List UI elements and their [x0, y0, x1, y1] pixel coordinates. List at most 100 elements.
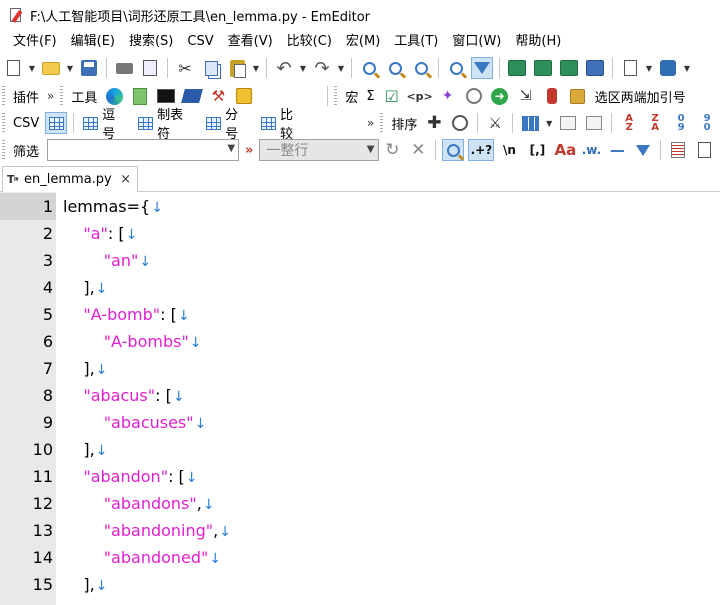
toolbar-grip[interactable]: [60, 86, 64, 106]
sort-label[interactable]: 排序: [387, 114, 421, 133]
toolbar-grip[interactable]: [2, 86, 5, 106]
window-image-button[interactable]: [532, 57, 554, 79]
code-line[interactable]: 6 "A-bombs"↓: [0, 328, 720, 355]
code-line[interactable]: 3 "an"↓: [0, 247, 720, 274]
csv-comma-button[interactable]: 逗号: [78, 108, 133, 142]
plugins-overflow-chevron[interactable]: »: [43, 89, 58, 103]
menu-macro[interactable]: 宏(M): [339, 30, 387, 54]
code-line[interactable]: 8 "abacus": [↓: [0, 382, 720, 409]
editor-pane[interactable]: 1 lemmas={↓ 2 "a": [↓ 3 "an"↓ 4 ],↓ 5 "A-bomb…: [0, 192, 720, 605]
menu-edit[interactable]: 编辑(E): [64, 30, 122, 54]
find-button[interactable]: [358, 57, 380, 79]
properties-button[interactable]: [619, 57, 641, 79]
customize-button[interactable]: [657, 57, 679, 79]
toolbar-grip[interactable]: [2, 140, 5, 160]
cut-button[interactable]: ✂: [174, 57, 196, 79]
filter-refresh-button[interactable]: ↻: [381, 139, 403, 161]
sigma-macro-button[interactable]: Σ: [362, 89, 378, 104]
csv-semicolon-button[interactable]: 分号: [201, 108, 256, 142]
code-line[interactable]: 5 "A-bomb": [↓: [0, 301, 720, 328]
filter-mode-select[interactable]: 一整行 ▼: [259, 139, 380, 161]
find-in-files-button[interactable]: [445, 57, 467, 79]
csv-overflow-chevron[interactable]: »: [363, 116, 378, 130]
filter-toggle-button[interactable]: [471, 57, 493, 79]
code-line[interactable]: 7 ],↓: [0, 355, 720, 382]
undo-dropdown[interactable]: ▼: [297, 57, 309, 79]
save-button[interactable]: [78, 57, 100, 79]
menu-help[interactable]: 帮助(H): [508, 30, 568, 54]
menu-view[interactable]: 查看(V): [221, 30, 280, 54]
quote-selection-label[interactable]: 选区两端加引号: [591, 87, 690, 106]
escape-toggle-button[interactable]: \n: [498, 139, 520, 161]
column-select-dropdown[interactable]: ▼: [543, 112, 555, 134]
menu-compare[interactable]: 比较(C): [280, 30, 339, 54]
match-case-button[interactable]: Aa: [554, 139, 577, 161]
code-line[interactable]: 12 "abandons",↓: [0, 490, 720, 517]
code-line[interactable]: 11 "abandon": [↓: [0, 463, 720, 490]
csv-convert-button[interactable]: [557, 112, 579, 134]
code-line[interactable]: 15 ],↓: [0, 571, 720, 598]
regex-toggle-button[interactable]: .+?: [468, 139, 495, 161]
redo-dropdown[interactable]: ▼: [335, 57, 347, 79]
code-line[interactable]: 14 "abandoned"↓: [0, 544, 720, 571]
negate-filter-button[interactable]: —: [606, 139, 628, 161]
menu-csv[interactable]: CSV: [180, 30, 220, 54]
add-column-button[interactable]: ✚: [423, 112, 445, 134]
split-view-button[interactable]: [506, 57, 528, 79]
csv-tools-button[interactable]: ⚔: [484, 112, 506, 134]
menu-window[interactable]: 窗口(W): [445, 30, 508, 54]
sync-scroll-button[interactable]: [558, 57, 580, 79]
run-macro-button[interactable]: ➜: [489, 85, 511, 107]
undo-button[interactable]: ↶: [273, 57, 295, 79]
sort-9-0-button[interactable]: 90: [696, 112, 718, 134]
select-macro-button[interactable]: ⇲: [515, 85, 537, 107]
print-preview-button[interactable]: [139, 57, 161, 79]
find-next-button[interactable]: [384, 57, 406, 79]
filter-clear-button[interactable]: ✕: [407, 139, 429, 161]
menu-tools[interactable]: 工具(T): [387, 30, 445, 54]
filter-add-chevron[interactable]: »: [245, 143, 253, 158]
sort-z-a-button[interactable]: ZA: [644, 112, 666, 134]
bottle-macro-button[interactable]: [541, 85, 563, 107]
replace-macro-button[interactable]: [463, 85, 485, 107]
chevron-down-icon[interactable]: ▼: [367, 144, 375, 155]
tag-macro-button[interactable]: <p>: [406, 85, 432, 107]
check-macro-button[interactable]: ☑: [381, 85, 403, 107]
csv-header-button[interactable]: [583, 112, 605, 134]
sort-a-z-button[interactable]: AZ: [618, 112, 640, 134]
customize-dropdown[interactable]: ▼: [681, 57, 693, 79]
csv-compare-button[interactable]: 比较: [256, 108, 311, 142]
code-line[interactable]: 13 "abandoning",↓: [0, 517, 720, 544]
toolbar-grip[interactable]: [2, 113, 5, 133]
bracket-toggle-button[interactable]: [,]: [524, 139, 550, 161]
properties-dropdown[interactable]: ▼: [643, 57, 655, 79]
column-select-button[interactable]: [519, 112, 541, 134]
open-file-dropdown[interactable]: ▼: [64, 57, 76, 79]
filter-input[interactable]: ▼: [47, 139, 240, 161]
reset-sort-button[interactable]: [449, 112, 471, 134]
find-previous-button[interactable]: [410, 57, 432, 79]
menu-file[interactable]: 文件(F): [6, 30, 64, 54]
new-file-button[interactable]: [2, 57, 24, 79]
paste-dropdown[interactable]: ▼: [250, 57, 262, 79]
menu-search[interactable]: 搜索(S): [122, 30, 180, 54]
code-line[interactable]: 4 ],↓: [0, 274, 720, 301]
magic-macro-button[interactable]: ✦: [437, 85, 459, 107]
tab-close-icon[interactable]: ×: [120, 172, 131, 187]
open-file-button[interactable]: [40, 57, 62, 79]
csv-tab-button[interactable]: 制表符: [133, 108, 201, 142]
copy-button[interactable]: [200, 57, 222, 79]
csv-none-button[interactable]: [45, 112, 68, 134]
tools-label[interactable]: 工具: [67, 87, 101, 106]
window-preview-button[interactable]: [584, 57, 606, 79]
toolbar-grip[interactable]: [334, 86, 338, 106]
macro-label[interactable]: 宏: [341, 87, 362, 106]
tab-en-lemma[interactable]: T⁍ en_lemma.py ×: [2, 166, 138, 192]
code-line[interactable]: 10 ],↓: [0, 436, 720, 463]
chevron-down-icon[interactable]: ▼: [227, 143, 235, 154]
whole-word-button[interactable]: .w.: [580, 139, 602, 161]
paste-button[interactable]: [226, 57, 248, 79]
toolbar-grip[interactable]: [380, 113, 384, 133]
bookmark-list-button[interactable]: [667, 139, 689, 161]
code-line[interactable]: 9 "abacuses"↓: [0, 409, 720, 436]
